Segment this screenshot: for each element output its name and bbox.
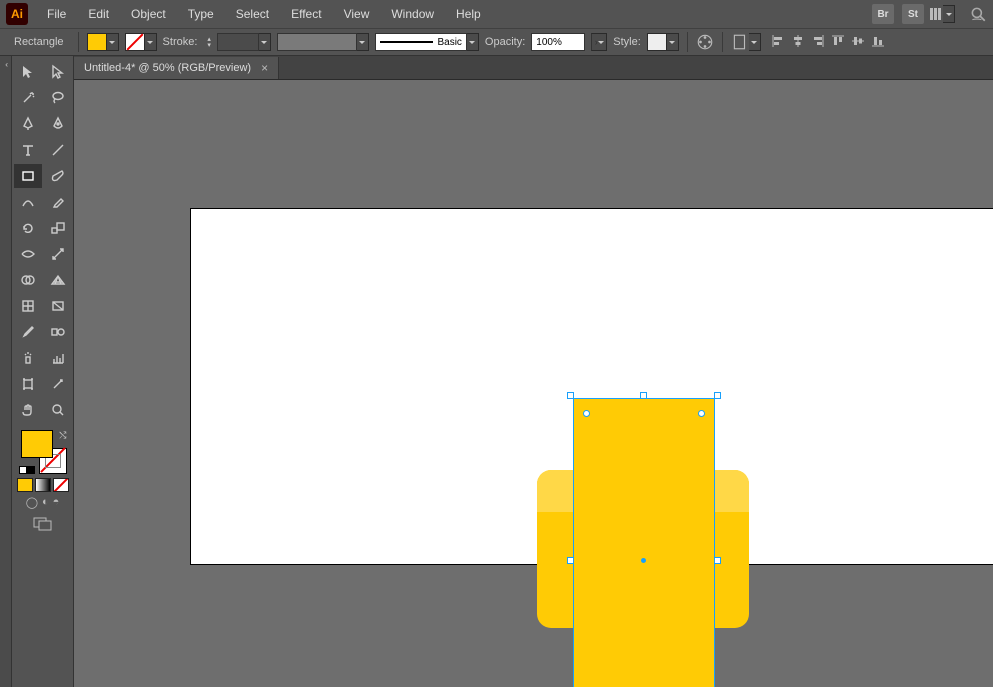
mesh-tool[interactable] (14, 294, 42, 318)
control-bar: Rectangle Stroke: ▴▾ Basic Opacity: 100%… (0, 28, 993, 56)
align-to-dropdown[interactable] (731, 33, 761, 51)
align-top-icon[interactable] (831, 34, 845, 51)
eyedropper-tool[interactable] (14, 320, 42, 344)
menu-effect[interactable]: Effect (282, 3, 330, 25)
chevron-down-icon (467, 33, 479, 51)
column-graph-tool[interactable] (44, 346, 72, 370)
align-buttons (771, 34, 885, 51)
swap-fill-stroke-icon[interactable]: ⤭ (59, 430, 66, 441)
fill-color-picker[interactable] (87, 33, 119, 51)
stroke-swatch-icon (125, 33, 145, 51)
toolbox: ⤭ ◯ ◐ ◓ (12, 56, 74, 687)
width-tool[interactable] (14, 242, 42, 266)
blend-tool[interactable] (44, 320, 72, 344)
lasso-tool[interactable] (44, 86, 72, 110)
menu-object[interactable]: Object (122, 3, 175, 25)
opacity-label: Opacity: (485, 36, 525, 48)
align-left-icon[interactable] (771, 34, 785, 51)
canvas-viewport[interactable] (74, 80, 993, 687)
scale-tool[interactable] (44, 216, 72, 240)
draw-behind-icon[interactable]: ◐ (42, 496, 49, 509)
selection-type-label: Rectangle (8, 34, 70, 50)
shape-builder-tool[interactable] (14, 268, 42, 292)
chevron-down-icon (145, 33, 157, 51)
stroke-weight-dropdown[interactable] (217, 33, 271, 51)
magic-wand-tool[interactable] (14, 86, 42, 110)
color-mode-gradient[interactable] (35, 478, 51, 492)
stroke-weight-stepper[interactable]: ▴▾ (207, 37, 211, 48)
bridge-button[interactable]: Br (872, 4, 894, 24)
paintbrush-tool[interactable] (44, 164, 72, 188)
curvature-tool[interactable] (44, 112, 72, 136)
free-transform-tool[interactable] (44, 242, 72, 266)
type-tool[interactable] (14, 138, 42, 162)
style-swatch-icon (647, 33, 667, 51)
pen-tool[interactable] (14, 112, 42, 136)
rotate-tool[interactable] (14, 216, 42, 240)
search-icon[interactable] (969, 5, 987, 23)
slice-tool[interactable] (44, 372, 72, 396)
align-right-icon[interactable] (811, 34, 825, 51)
selected-rectangle-shape[interactable] (574, 399, 714, 687)
default-fill-stroke-icon[interactable] (19, 466, 35, 474)
menu-file[interactable]: File (38, 3, 75, 25)
align-vcenter-icon[interactable] (851, 34, 865, 51)
opacity-input[interactable]: 100% (531, 33, 585, 51)
variable-width-profile[interactable] (277, 33, 369, 51)
align-hcenter-icon[interactable] (791, 34, 805, 51)
chevron-down-icon (259, 33, 271, 51)
menu-view[interactable]: View (335, 3, 379, 25)
stroke-label: Stroke: (163, 36, 198, 48)
shaper-tool[interactable] (14, 190, 42, 214)
direct-selection-tool[interactable] (44, 60, 72, 84)
canvas-area: Untitled-4* @ 50% (RGB/Preview) × (74, 56, 993, 687)
align-bottom-icon[interactable] (871, 34, 885, 51)
chevron-down-icon (107, 33, 119, 51)
fill-swatch-icon (87, 33, 107, 51)
color-mode-solid[interactable] (17, 478, 33, 492)
chevron-down-icon (749, 33, 761, 51)
perspective-grid-tool[interactable] (44, 268, 72, 292)
menu-select[interactable]: Select (227, 3, 278, 25)
document-tab[interactable]: Untitled-4* @ 50% (RGB/Preview) × (74, 57, 279, 79)
draw-inside-icon[interactable]: ◓ (53, 496, 60, 509)
menu-help[interactable]: Help (447, 3, 490, 25)
brush-definition[interactable]: Basic (375, 33, 479, 51)
gradient-tool[interactable] (44, 294, 72, 318)
screen-mode-button[interactable] (33, 517, 53, 534)
symbol-sprayer-tool[interactable] (14, 346, 42, 370)
document-tab-title: Untitled-4* @ 50% (RGB/Preview) (84, 62, 251, 74)
selection-tool[interactable] (14, 60, 42, 84)
fill-stroke-color-stack[interactable]: ⤭ (19, 430, 67, 474)
close-tab-icon[interactable]: × (261, 61, 268, 75)
fill-color-swatch[interactable] (21, 430, 53, 458)
chevron-down-icon (357, 33, 369, 51)
menu-window[interactable]: Window (382, 3, 443, 25)
draw-normal-icon[interactable]: ◯ (26, 496, 38, 509)
recolor-icon[interactable] (696, 33, 714, 51)
graphic-style-picker[interactable] (647, 33, 679, 51)
zoom-tool[interactable] (44, 398, 72, 422)
panel-collapse-strip[interactable]: ‹‹ (0, 56, 12, 687)
app-logo-icon: Ai (6, 3, 28, 25)
eraser-tool[interactable] (44, 190, 72, 214)
line-segment-tool[interactable] (44, 138, 72, 162)
document-tab-bar: Untitled-4* @ 50% (RGB/Preview) × (74, 56, 993, 80)
stroke-color-picker[interactable] (125, 33, 157, 51)
menu-bar: Ai File Edit Object Type Select Effect V… (0, 0, 993, 28)
stock-button[interactable]: St (902, 4, 924, 24)
chevron-down-icon (667, 33, 679, 51)
style-label: Style: (613, 36, 641, 48)
color-mode-none[interactable] (53, 478, 69, 492)
document-icon (731, 33, 749, 51)
menu-edit[interactable]: Edit (79, 3, 118, 25)
rectangle-tool[interactable] (14, 164, 42, 188)
color-mode-row (17, 478, 69, 492)
draw-mode-row: ◯ ◐ ◓ (26, 496, 60, 509)
hand-tool[interactable] (14, 398, 42, 422)
artboard-tool[interactable] (14, 372, 42, 396)
menu-type[interactable]: Type (179, 3, 223, 25)
workspace-layout-button[interactable] (930, 5, 955, 23)
opacity-dropdown[interactable]: › (591, 33, 607, 51)
